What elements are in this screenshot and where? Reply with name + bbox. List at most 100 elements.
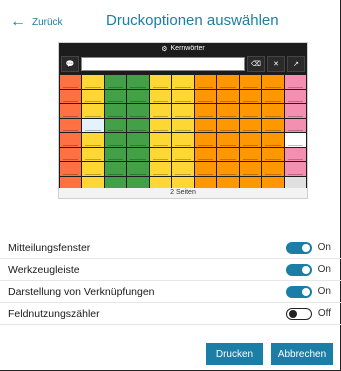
toggle-knob xyxy=(301,287,310,296)
preview-symbol-cell xyxy=(104,104,127,118)
preview-symbol-cell xyxy=(82,162,104,176)
preview-symbol-cell xyxy=(104,162,127,176)
preview-symbol-cell xyxy=(60,147,82,161)
preview-symbol-cell xyxy=(82,147,104,161)
preview-symbol-cell xyxy=(239,133,262,147)
preview-symbol-cell xyxy=(239,75,262,89)
back-label: Zurück xyxy=(32,16,63,28)
option-toggle[interactable] xyxy=(285,285,312,298)
preview-symbol-cell xyxy=(262,89,284,103)
preview-symbol-cell xyxy=(127,162,149,176)
option-toggle[interactable] xyxy=(285,307,312,320)
preview-symbol-cell xyxy=(194,89,217,103)
option-row: Feldnutzungszähler Off xyxy=(0,303,341,325)
delete-word-cell-icon: ✕ xyxy=(267,56,285,72)
preview-title-bar: ⚙ Kernwörter xyxy=(59,43,307,54)
option-state: On xyxy=(317,286,331,297)
preview-symbol-cell xyxy=(82,118,104,132)
preview-symbol-cell xyxy=(262,75,284,89)
print-options-list: Mitteilungsfenster On Werkzeugleiste On Dars… xyxy=(0,237,341,325)
option-label: Werkzeugleiste xyxy=(8,263,80,276)
preview-symbol-cell xyxy=(149,147,172,161)
preview-symbol-cell xyxy=(82,75,104,89)
page-title: Druckoptionen auswählen xyxy=(106,12,279,29)
toggle-knob xyxy=(301,243,310,252)
preview-symbol-cell xyxy=(194,133,217,147)
preview-symbol-cell xyxy=(284,118,306,132)
toggle-knob xyxy=(301,265,310,274)
preview-symbol-cell xyxy=(149,162,172,176)
preview-symbol-cell xyxy=(284,162,306,176)
preview-symbol-cell xyxy=(82,104,104,118)
preview-symbol-cell xyxy=(284,133,306,147)
preview-symbol-cell xyxy=(194,147,217,161)
preview-symbol-cell xyxy=(172,89,194,103)
option-toggle[interactable] xyxy=(285,241,312,254)
preview-symbol-cell xyxy=(217,104,239,118)
preview-symbol-cell xyxy=(127,118,149,132)
preview-symbol-cell xyxy=(194,104,217,118)
preview-symbol-cell xyxy=(149,104,172,118)
preview-symbol-cell xyxy=(262,162,284,176)
preview-symbol-cell xyxy=(104,118,127,132)
preview-symbol-cell xyxy=(239,104,262,118)
preview-symbol-cell xyxy=(217,147,239,161)
preview-symbol-cell xyxy=(262,133,284,147)
preview-symbol-cell xyxy=(149,89,172,103)
preview-symbol-cell xyxy=(60,89,82,103)
preview-message-field xyxy=(81,57,245,71)
option-row: Werkzeugleiste On xyxy=(0,259,341,281)
preview-symbol-cell xyxy=(60,104,82,118)
gear-icon: ⚙ xyxy=(161,45,168,53)
preview-symbol-cell xyxy=(262,147,284,161)
preview-symbol-cell xyxy=(217,75,239,89)
preview-symbol-cell xyxy=(217,89,239,103)
preview-symbol-cell xyxy=(194,118,217,132)
clear-cell-icon: ⌫ xyxy=(247,56,265,72)
option-state: On xyxy=(317,264,331,275)
option-row: Darstellung von Verknüpfungen On xyxy=(0,281,341,303)
preview-symbol-cell xyxy=(239,118,262,132)
preview-symbol-cell xyxy=(217,118,239,132)
preview-symbol-cell xyxy=(194,75,217,89)
print-preview: ⚙ Kernwörter 💬 ⌫ ✕ ↗ 2 Seiten xyxy=(58,42,308,199)
preview-symbol-cell xyxy=(127,147,149,161)
preview-symbol-cell xyxy=(172,118,194,132)
preview-vocab-name: Kernwörter xyxy=(170,45,205,52)
preview-symbol-cell xyxy=(239,89,262,103)
preview-page-count: 2 Seiten xyxy=(59,188,307,198)
preview-symbol-cell xyxy=(217,133,239,147)
preview-symbol-cell xyxy=(172,75,194,89)
preview-symbol-cell xyxy=(104,147,127,161)
preview-symbol-grid xyxy=(59,74,307,198)
preview-symbol-cell xyxy=(104,75,127,89)
preview-symbol-cell xyxy=(194,162,217,176)
preview-symbol-cell xyxy=(127,104,149,118)
preview-symbol-cell xyxy=(60,118,82,132)
option-toggle[interactable] xyxy=(285,263,312,276)
preview-symbol-cell xyxy=(127,133,149,147)
preview-symbol-cell xyxy=(60,133,82,147)
print-button[interactable]: Drucken xyxy=(206,343,263,365)
preview-symbol-cell xyxy=(172,133,194,147)
preview-symbol-cell xyxy=(284,104,306,118)
preview-symbol-cell xyxy=(239,162,262,176)
option-label: Feldnutzungszähler xyxy=(8,307,100,320)
preview-symbol-cell xyxy=(172,104,194,118)
preview-symbol-cell xyxy=(149,118,172,132)
option-control: Off xyxy=(285,307,331,320)
preview-symbol-cell xyxy=(60,162,82,176)
preview-symbol-cell xyxy=(149,133,172,147)
preview-symbol-cell xyxy=(284,147,306,161)
back-arrow-icon: ← xyxy=(10,13,26,30)
preview-symbol-cell xyxy=(82,89,104,103)
share-cell-icon: ↗ xyxy=(287,56,305,72)
back-button[interactable]: ← Zurück xyxy=(10,14,63,30)
preview-message-bar: 💬 ⌫ ✕ ↗ xyxy=(59,54,307,74)
preview-symbol-cell xyxy=(284,75,306,89)
option-row: Mitteilungsfenster On xyxy=(0,237,341,259)
option-control: On xyxy=(285,263,331,276)
preview-symbol-cell xyxy=(217,162,239,176)
cancel-button[interactable]: Abbrechen xyxy=(271,343,333,365)
option-label: Darstellung von Verknüpfungen xyxy=(8,285,155,298)
